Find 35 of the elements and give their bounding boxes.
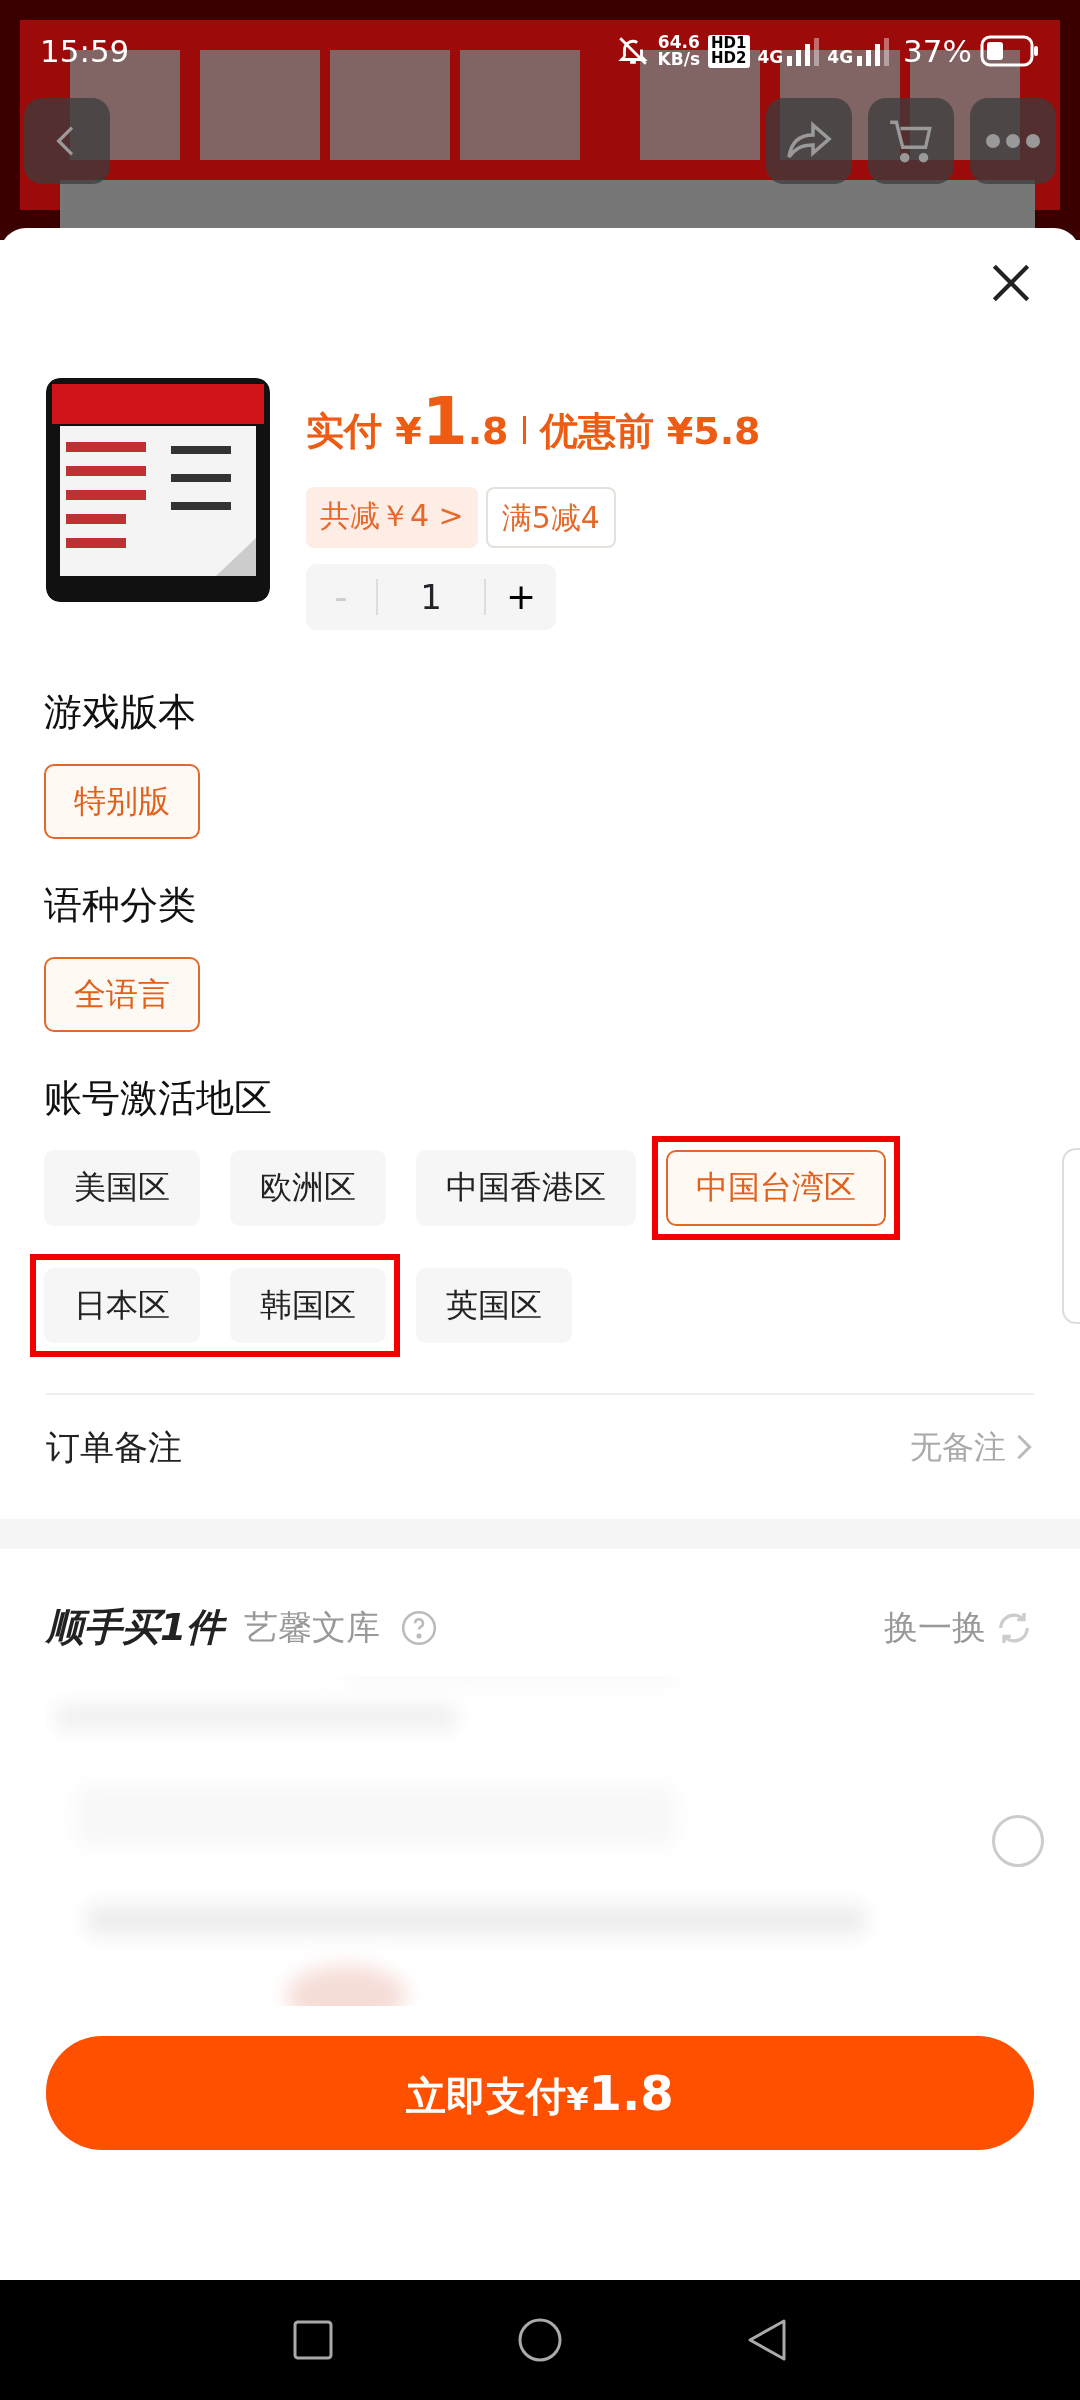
remark-label: 订单备注 bbox=[46, 1425, 183, 1469]
network-type: 4G bbox=[757, 49, 784, 67]
network-speed: 64.6 bbox=[657, 34, 701, 52]
original-price: 优惠前 ¥5.8 bbox=[539, 408, 761, 455]
option-chip[interactable]: 中国香港区 bbox=[416, 1149, 636, 1226]
option-chip[interactable]: 英国区 bbox=[416, 1267, 572, 1344]
more-button[interactable] bbox=[970, 98, 1056, 184]
addon-title: 顺手买1件 bbox=[46, 1604, 225, 1652]
network-speed-unit: KB/s bbox=[657, 51, 701, 69]
share-button[interactable] bbox=[766, 98, 852, 184]
option-chip[interactable]: 美国区 bbox=[44, 1149, 200, 1226]
back-nav-button[interactable] bbox=[746, 2317, 789, 2363]
paid-price: 实付 ¥1.8 bbox=[306, 382, 509, 462]
promo-tag: 满5减4 bbox=[485, 487, 616, 548]
option-chip[interactable]: 日本区 bbox=[44, 1267, 200, 1344]
signal-icon bbox=[857, 36, 890, 67]
quantity-field[interactable]: 1 bbox=[378, 571, 484, 623]
recents-button[interactable] bbox=[291, 2319, 334, 2361]
back-button[interactable] bbox=[24, 98, 110, 184]
signal-icon bbox=[787, 36, 820, 67]
section-title: 账号激活地区 bbox=[44, 1076, 273, 1122]
battery-icon bbox=[980, 35, 1040, 68]
more-icon bbox=[985, 133, 1041, 149]
section-title: 游戏版本 bbox=[44, 690, 197, 736]
select-radio[interactable] bbox=[992, 1815, 1044, 1868]
option-chip[interactable]: 欧洲区 bbox=[230, 1149, 386, 1226]
shop-name: 艺馨文库 bbox=[244, 1606, 381, 1650]
option-chip[interactable]: 韩国区 bbox=[230, 1267, 386, 1344]
cart-button[interactable] bbox=[868, 98, 954, 184]
plus-button[interactable]: + bbox=[486, 569, 556, 625]
hd-indicator: HD1 HD2 bbox=[708, 34, 750, 68]
home-button[interactable] bbox=[517, 2317, 563, 2363]
network-type: 4G bbox=[827, 49, 854, 67]
section-title: 语种分类 bbox=[44, 883, 197, 929]
status-time: 15:59 bbox=[40, 32, 130, 71]
